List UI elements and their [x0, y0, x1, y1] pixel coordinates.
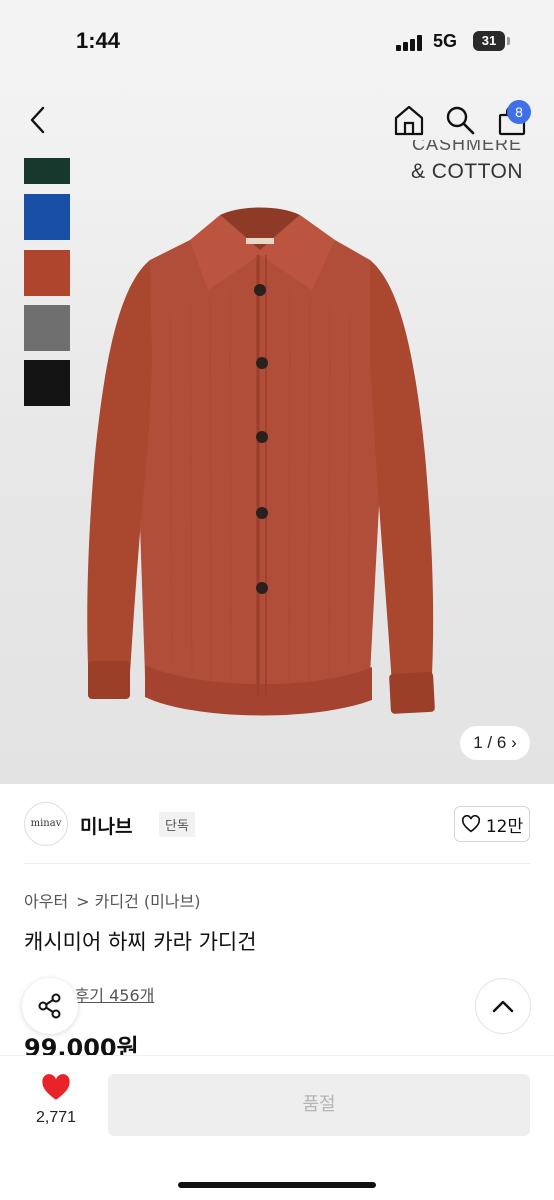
brand-tag-line1: CASHMERE — [411, 140, 522, 152]
image-page-counter[interactable]: 1 / 6 › — [460, 726, 530, 760]
breadcrumb-category[interactable]: 아우터 — [24, 888, 68, 912]
wishlist-button[interactable]: 2,771 — [26, 1074, 86, 1127]
battery-tip — [507, 37, 510, 45]
store-like-button[interactable]: 12만 — [454, 806, 530, 842]
home-icon — [394, 105, 424, 136]
scroll-top-button[interactable] — [475, 978, 531, 1034]
share-button[interactable] — [22, 978, 78, 1034]
product-title: 캐시미어 하찌 카라 가디건 — [24, 930, 257, 954]
breadcrumb-subcategory[interactable]: > 카디건 (미나브) — [76, 888, 200, 912]
color-swatch-gray[interactable] — [24, 305, 70, 351]
chevron-right-icon: › — [511, 733, 517, 752]
cart-count-badge: 8 — [507, 100, 531, 124]
page-counter-text: 1 / 6 — [473, 733, 507, 752]
back-button[interactable] — [18, 100, 58, 140]
store-logo[interactable]: minav — [24, 802, 68, 846]
chevron-left-icon — [30, 106, 45, 134]
brand-tag-line2: & COTTON — [410, 160, 524, 183]
brand-tag: CASHMERE & COTTON — [402, 140, 532, 184]
store-row[interactable]: minav 미나브 단독 12만 — [24, 784, 530, 864]
bottom-action-bar: 2,771 품절 — [0, 1055, 554, 1200]
cardigan-image — [87, 207, 435, 716]
signal-icon — [396, 35, 424, 51]
review-link[interactable]: 후기 456개 — [75, 982, 155, 1006]
color-swatch-black[interactable] — [24, 360, 70, 406]
search-icon — [446, 106, 475, 135]
wishlist-count: 2,771 — [35, 1109, 77, 1126]
heart-outline-icon — [461, 815, 480, 833]
color-swatch-rust[interactable] — [24, 250, 70, 296]
product-image-carousel[interactable]: 8 CASHMERE & COTTON 1 / 6 › — [0, 80, 554, 784]
sold-out-button[interactable]: 품절 — [108, 1074, 530, 1136]
share-icon — [38, 993, 61, 1019]
breadcrumb: 아우터 > 카디건 (미나브) — [24, 888, 201, 912]
search-button[interactable] — [440, 100, 480, 140]
exclusive-badge: 단독 — [159, 812, 195, 837]
color-swatch-green[interactable] — [24, 158, 70, 184]
home-indicator — [178, 1182, 376, 1188]
status-time: 1:44 — [76, 28, 121, 53]
store-name[interactable]: 미나브 — [80, 812, 132, 839]
status-bar: 1:44 5G 31 — [0, 0, 554, 80]
color-swatch-blue[interactable] — [24, 194, 70, 240]
chevron-up-icon — [492, 1000, 514, 1013]
heart-filled-icon — [42, 1074, 70, 1100]
home-button[interactable] — [389, 100, 429, 140]
battery-icon: 31 — [473, 31, 505, 51]
network-type: 5G — [433, 31, 458, 51]
store-like-count: 12만 — [485, 816, 524, 837]
